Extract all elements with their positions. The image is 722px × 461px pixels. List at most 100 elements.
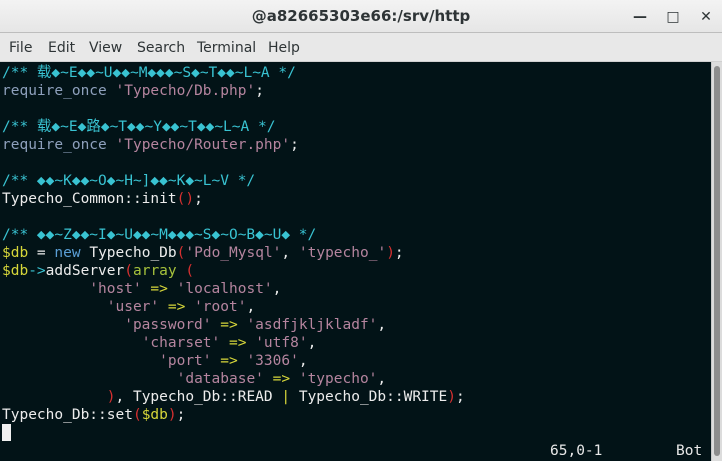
code-token-arrow: -> <box>28 263 46 279</box>
code-token-plain: , <box>377 371 387 387</box>
menu-view[interactable]: View <box>89 33 122 63</box>
code-token-kw: require_once <box>2 137 116 153</box>
code-token-plain: , <box>298 353 308 369</box>
menu-terminal[interactable]: Terminal <box>197 33 256 63</box>
code-line: require_once 'Typecho/Db.php'; <box>2 82 264 100</box>
code-line: 'database' => 'typecho', <box>2 370 387 388</box>
code-token-arr: array <box>132 263 177 279</box>
code-token-str: 'Typecho/Db.php' <box>115 83 256 99</box>
window-title: @a82665303e66:/srv/http <box>251 7 471 25</box>
code-token-comment: /** ◆◆~Z◆◆~I◆~U◆◆~M◆◆◆~S◆~O~B◆~U◆ */ <box>2 227 317 243</box>
code-token-comment: /** ◆◆~K◆◆~O◆~H~]◆◆~K◆~L~V */ <box>2 173 256 189</box>
code-token-comment: /** 载◆~E◆◆~U◆◆~M◆◆◆~S◆~T◆◆~L~A */ <box>2 65 296 81</box>
code-token-str: 'typecho_' <box>298 245 387 261</box>
code-token-var: $db <box>2 245 29 261</box>
code-token-plain: ; <box>290 137 299 153</box>
code-token-op: => <box>141 281 177 297</box>
code-line: /** 载◆~E◆路◆~T◆◆~Y◆◆~T◆◆~L~A */ <box>2 118 275 136</box>
code-token-paren: ) <box>106 389 116 405</box>
code-token-plain: ; <box>455 389 465 405</box>
code-line: ), Typecho_Db::READ | Typecho_Db::WRITE)… <box>2 388 465 406</box>
code-token-plain: , <box>281 245 299 261</box>
code-token-str: 'host' <box>89 281 142 297</box>
menu-bar: File Edit View Search Terminal Help <box>0 33 722 62</box>
scroll-position: Bot <box>676 443 703 459</box>
code-line: Typecho_Db::set($db); <box>2 406 185 424</box>
code-token-str: 'root' <box>194 299 247 315</box>
code-token-op: => <box>263 371 299 387</box>
scrollbar[interactable] <box>711 62 722 461</box>
menu-search[interactable]: Search <box>137 33 185 63</box>
code-token-plain: , Typecho_Db::READ <box>115 389 282 405</box>
maximize-icon[interactable]: □ <box>664 8 682 26</box>
code-token-var: $db <box>2 263 29 279</box>
code-line: /** 载◆~E◆◆~U◆◆~M◆◆◆~S◆~T◆◆~L~A */ <box>2 64 296 82</box>
code-token-op: | <box>281 389 291 405</box>
code-line: $db = new Typecho_Db('Pdo_Mysql', 'typec… <box>2 244 404 262</box>
code-token-paren: ( <box>132 407 142 423</box>
code-line: Typecho_Common::init(); <box>2 190 203 208</box>
code-line: 'port' => '3306', <box>2 352 308 370</box>
code-line: 'charset' => 'utf8', <box>2 334 317 352</box>
code-token-op: => <box>211 353 247 369</box>
code-line: require_once 'Typecho/Router.php'; <box>2 136 299 154</box>
code-line: /** ◆◆~K◆◆~O◆~H~]◆◆~K◆~L~V */ <box>2 172 255 190</box>
code-token-paren: ) <box>447 389 456 405</box>
code-token-plain: Typecho_Db::set <box>2 407 133 423</box>
code-token-str: 'asdfjkljkladf' <box>246 317 378 333</box>
cursor-position: 65,0-1 <box>550 443 603 459</box>
text-cursor <box>2 424 11 441</box>
code-token-paren: () <box>176 191 195 207</box>
menu-edit[interactable]: Edit <box>48 33 75 63</box>
code-token-paren: ) <box>167 407 177 423</box>
menu-file[interactable]: File <box>9 33 32 63</box>
terminal-area[interactable]: /** 载◆~E◆◆~U◆◆~M◆◆◆~S◆~T◆◆~L~A */require… <box>0 62 711 461</box>
code-line: /** ◆◆~Z◆◆~I◆~U◆◆~M◆◆◆~S◆~O~B◆~U◆ */ <box>2 226 316 244</box>
code-token-op: => <box>159 299 195 315</box>
minimize-icon[interactable]: — <box>631 8 649 26</box>
close-icon[interactable]: ✕ <box>697 8 715 26</box>
code-token-paren: ( <box>176 263 195 279</box>
code-token-str: 'port' <box>159 353 212 369</box>
menu-help[interactable]: Help <box>268 33 300 63</box>
code-token-new: new <box>54 245 81 261</box>
code-token-plain: = <box>28 245 55 261</box>
code-token-paren: ) <box>386 245 395 261</box>
code-token-plain: ; <box>194 191 203 207</box>
code-token-op: => <box>220 335 256 351</box>
code-token-plain: , <box>272 281 282 297</box>
code-token-paren: ( <box>124 263 133 279</box>
code-token-kw: require_once <box>2 83 116 99</box>
code-token-plain: , <box>377 317 387 333</box>
code-token-plain: Typecho_Db::WRITE <box>290 389 448 405</box>
code-token-op: => <box>211 317 247 333</box>
code-token-str: 'user' <box>106 299 160 315</box>
code-token-str: 'password' <box>124 317 212 333</box>
code-token-var: $db <box>141 407 168 423</box>
code-line: 'user' => 'root', <box>2 298 255 316</box>
code-token-plain: Typecho_Db <box>80 245 177 261</box>
code-token-plain: Typecho_Common::init <box>2 191 177 207</box>
title-bar: @a82665303e66:/srv/http — □ ✕ <box>0 0 722 33</box>
code-token-str: 'typecho' <box>298 371 378 387</box>
code-token-comment: /** 载◆~E◆路◆~T◆◆~Y◆◆~T◆◆~L~A */ <box>2 119 276 135</box>
code-token-str: 'utf8' <box>255 335 308 351</box>
code-token-str: 'Typecho/Router.php' <box>115 137 291 153</box>
code-token-str: 'database' <box>176 371 264 387</box>
code-token-plain: ; <box>176 407 186 423</box>
code-token-str: 'charset' <box>141 335 221 351</box>
code-token-plain: addServer <box>45 263 125 279</box>
code-token-plain: , <box>307 335 317 351</box>
scrollbar-thumb[interactable] <box>714 66 720 456</box>
code-token-str: '3306' <box>246 353 299 369</box>
code-token-plain: ; <box>394 245 404 261</box>
code-token-str: 'Pdo_Mysql' <box>185 245 282 261</box>
code-line: 'host' => 'localhost', <box>2 280 281 298</box>
code-line: 'password' => 'asdfjkljkladf', <box>2 316 386 334</box>
